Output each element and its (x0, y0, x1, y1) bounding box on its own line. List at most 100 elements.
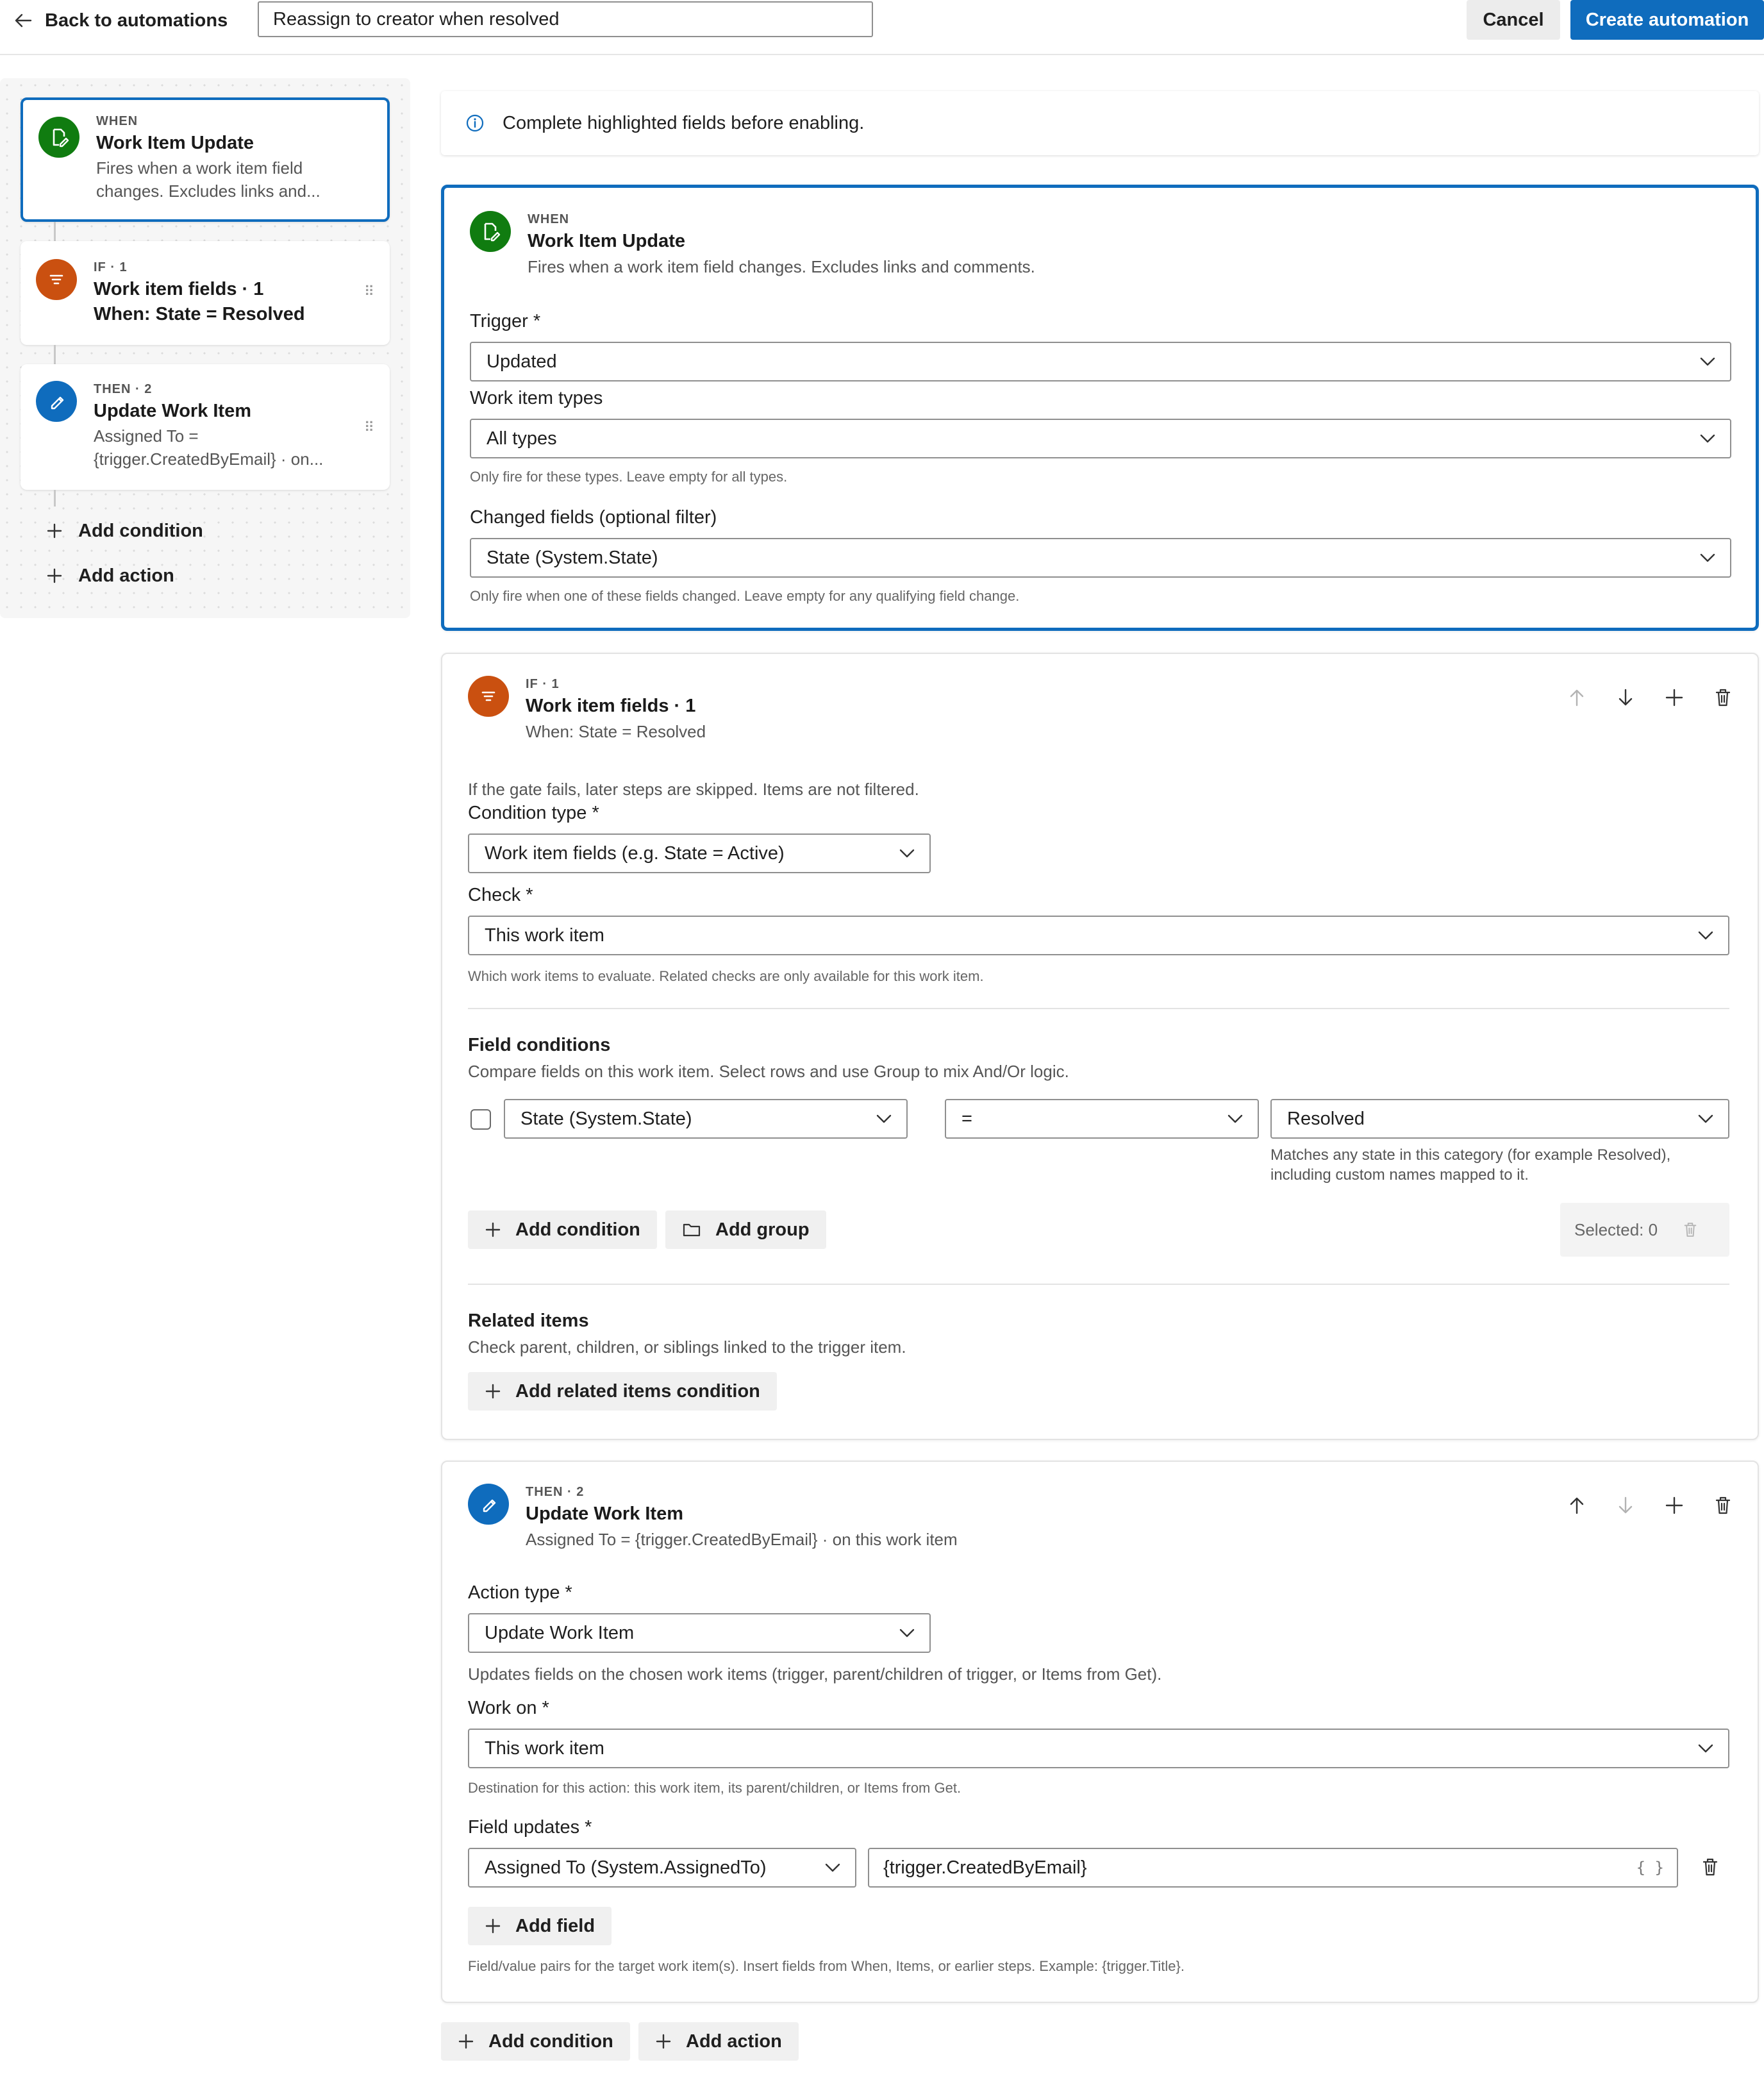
flow-add-action-button[interactable]: Add action (46, 563, 174, 589)
when-desc: Fires when a work item field changes. Ex… (528, 257, 1035, 276)
field-update-field: Assigned To (System.AssignedTo) (485, 1857, 767, 1878)
changed-fields-select[interactable]: State (System.State) (470, 538, 1731, 578)
add-group-label: Add group (715, 1219, 810, 1240)
trigger-select[interactable]: Updated (470, 342, 1731, 381)
add-related-items-label: Add related items condition (515, 1380, 760, 1402)
types-label: Work item types (470, 388, 603, 408)
drag-handle-icon[interactable]: ⠿ (364, 419, 374, 436)
work-on-value: This work item (485, 1738, 604, 1759)
work-on-select[interactable]: This work item (468, 1729, 1729, 1768)
chevron-down-icon (1697, 1743, 1714, 1754)
plus-icon (458, 2033, 474, 2050)
plus-icon[interactable] (1663, 686, 1686, 709)
move-down-icon[interactable] (1614, 686, 1637, 709)
edit-document-icon (38, 117, 79, 158)
flow-if-sub: When: State = Resolved (94, 304, 305, 324)
check-select[interactable]: This work item (468, 916, 1729, 955)
plus-icon[interactable] (1663, 1494, 1686, 1517)
when-card[interactable]: WHEN Work Item Update Fires when a work … (441, 185, 1759, 631)
drag-handle-icon[interactable]: ⠿ (364, 283, 374, 300)
flow-step-if[interactable]: IF · 1 Work item fields · 1 When: State … (21, 241, 390, 345)
info-icon (465, 113, 485, 133)
condition-value-select[interactable]: Resolved (1270, 1099, 1729, 1139)
insert-variable-icon[interactable]: { } (1636, 1859, 1664, 1877)
then-card[interactable]: THEN · 2 Update Work Item Assigned To = … (441, 1461, 1759, 2003)
trash-icon[interactable] (1711, 686, 1735, 709)
types-select[interactable]: All types (470, 419, 1731, 458)
condition-type-label: Condition type * (468, 803, 599, 823)
trash-icon[interactable] (1699, 1855, 1722, 1879)
back-to-automations-link[interactable]: Back to automations (14, 6, 228, 35)
flow-when-title: Work Item Update (96, 133, 254, 153)
move-up-icon[interactable] (1565, 1494, 1588, 1517)
create-automation-button[interactable]: Create automation (1570, 0, 1764, 40)
then-eyebrow: THEN · 2 (526, 1485, 585, 1499)
chevron-down-icon (1699, 552, 1716, 564)
field-conditions-desc: Compare fields on this work item. Select… (468, 1062, 1069, 1081)
flow-then-desc: Assigned To = {trigger.CreatedByEmail} ·… (94, 426, 324, 469)
field-updates-label: Field updates * (468, 1817, 592, 1838)
if-desc: When: State = Resolved (526, 722, 706, 741)
chevron-down-icon (1697, 930, 1714, 941)
bottom-add-condition-button[interactable]: Add condition (441, 2022, 630, 2061)
section-divider (468, 1008, 1729, 1009)
cancel-button[interactable]: Cancel (1467, 0, 1560, 40)
flow-connector (54, 222, 56, 241)
action-type-select[interactable]: Update Work Item (468, 1613, 931, 1653)
flow-add-condition-button[interactable]: Add condition (46, 518, 203, 544)
chevron-down-icon (1699, 356, 1716, 367)
pencil-icon (36, 381, 77, 422)
condition-type-select[interactable]: Work item fields (e.g. State = Active) (468, 833, 931, 873)
condition-operator-select[interactable]: = (945, 1099, 1259, 1139)
filter-icon (36, 259, 77, 300)
chevron-down-icon (899, 848, 915, 859)
arrow-left-icon (14, 13, 32, 28)
bottom-add-action-label: Add action (686, 2031, 782, 2052)
condition-value-value: Resolved (1287, 1108, 1365, 1129)
condition-operator-value: = (961, 1108, 972, 1129)
flow-connector (54, 345, 56, 364)
plus-icon (655, 2033, 672, 2050)
add-condition-button[interactable]: Add condition (468, 1210, 657, 1249)
flow-add-condition-label: Add condition (78, 520, 203, 541)
chevron-down-icon (899, 1627, 915, 1639)
chevron-down-icon (824, 1862, 841, 1873)
check-value: This work item (485, 925, 604, 946)
add-related-items-button[interactable]: Add related items condition (468, 1372, 777, 1411)
then-desc: Assigned To = {trigger.CreatedByEmail} ·… (526, 1530, 958, 1549)
condition-row-checkbox[interactable] (470, 1109, 491, 1130)
when-eyebrow: WHEN (528, 212, 570, 226)
condition-field-value: State (System.State) (520, 1108, 692, 1129)
flow-add-action-label: Add action (78, 565, 174, 586)
if-card[interactable]: IF · 1 Work item fields · 1 When: State … (441, 653, 1759, 1440)
flow-step-then[interactable]: THEN · 2 Update Work Item Assigned To = … (21, 364, 390, 490)
condition-field-select[interactable]: State (System.State) (504, 1099, 908, 1139)
flow-step-when[interactable]: WHEN Work Item Update Fires when a work … (21, 97, 390, 222)
move-down-icon[interactable] (1614, 1494, 1637, 1517)
related-items-desc: Check parent, children, or siblings link… (468, 1337, 906, 1357)
trash-icon[interactable] (1711, 1494, 1735, 1517)
chevron-down-icon (1227, 1113, 1244, 1125)
automation-name-input[interactable] (258, 1, 873, 37)
add-group-button[interactable]: Add group (665, 1210, 826, 1249)
gate-note: If the gate fails, later steps are skipp… (468, 780, 919, 799)
bottom-add-action-button[interactable]: Add action (638, 2022, 799, 2061)
action-type-value: Update Work Item (485, 1622, 635, 1643)
check-hint: Which work items to evaluate. Related ch… (468, 968, 984, 984)
add-field-label: Add field (515, 1915, 595, 1936)
types-hint: Only fire for these types. Leave empty f… (470, 469, 788, 485)
move-up-icon[interactable] (1565, 686, 1588, 709)
field-update-select[interactable]: Assigned To (System.AssignedTo) (468, 1848, 856, 1888)
related-items-title: Related items (468, 1311, 589, 1331)
back-label: Back to automations (45, 10, 228, 31)
pencil-icon (468, 1484, 509, 1525)
types-value: All types (487, 428, 557, 449)
add-condition-label: Add condition (515, 1219, 640, 1240)
section-divider (468, 1284, 1729, 1285)
field-update-value-input[interactable]: {trigger.CreatedByEmail} { } (868, 1848, 1678, 1888)
add-field-button[interactable]: Add field (468, 1907, 612, 1945)
plus-icon (46, 567, 63, 584)
bottom-add-condition-label: Add condition (488, 2031, 613, 2052)
trash-icon[interactable] (1681, 1220, 1700, 1239)
condition-value-hint: Matches any state in this category (for … (1270, 1146, 1671, 1184)
